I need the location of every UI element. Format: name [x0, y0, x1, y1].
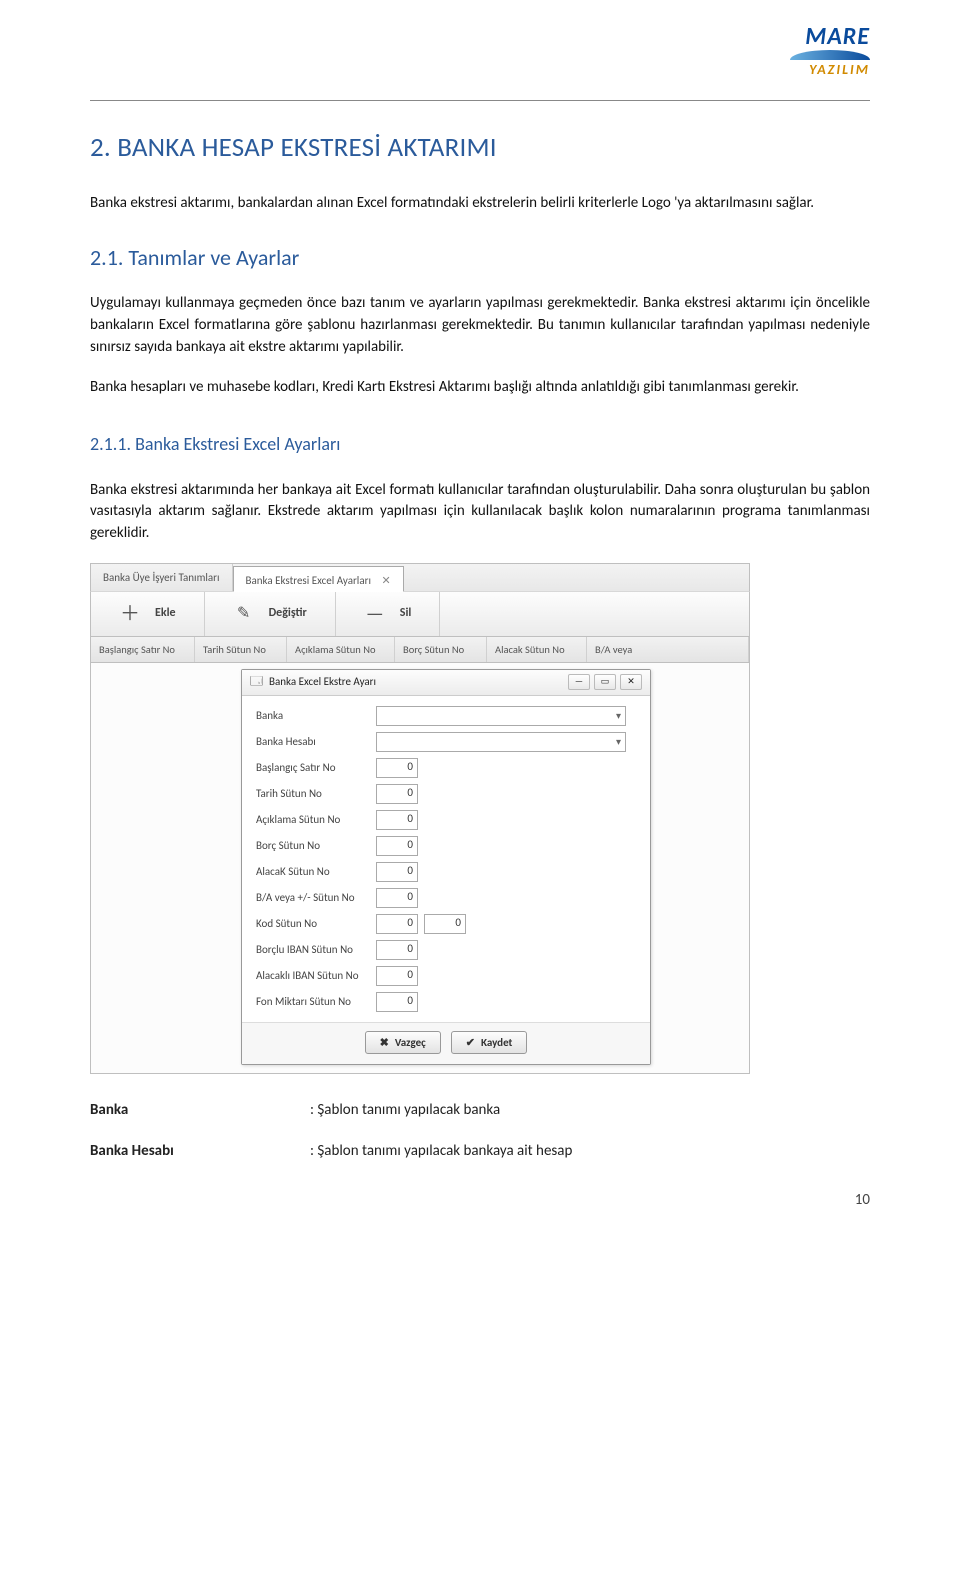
grid-header: Başlangıç Satır No Tarih Sütun No Açıkla…	[90, 637, 750, 663]
button-label: Sil	[400, 605, 412, 622]
definition-term: Banka Hesabı	[90, 1141, 310, 1162]
close-icon[interactable]: ✕	[381, 574, 390, 587]
settings-dialog: 🗔 Banka Excel Ekstre Ayarı — ▭ ✕ Banka	[241, 669, 651, 1065]
maximize-button[interactable]: ▭	[594, 674, 616, 690]
page-number: 10	[90, 1190, 870, 1211]
cancel-button[interactable]: ✖ Vazgeç	[365, 1031, 441, 1054]
cancel-icon: ✖	[380, 1035, 389, 1050]
definition-row: Banka : Şablon tanımı yapılacak banka	[90, 1100, 870, 1121]
save-button[interactable]: ✔ Kaydet	[451, 1031, 528, 1054]
dialog-body: Banka Banka Hesabı Başlangıç Satır No 0 …	[242, 696, 650, 1022]
column-header[interactable]: Alacak Sütun No	[487, 637, 587, 662]
add-button[interactable]: ＋ Ekle	[91, 592, 205, 636]
baslangic-input[interactable]: 0	[376, 758, 418, 778]
definitions: Banka : Şablon tanımı yapılacak banka Ba…	[90, 1100, 870, 1162]
button-label: Değiştir	[269, 605, 307, 622]
tab-label: Banka Ekstresi Excel Ayarları	[246, 574, 371, 587]
brand-logo: MARE YAZILIM	[790, 20, 870, 79]
button-label: Kaydet	[481, 1035, 512, 1050]
field-label: Açıklama Sütun No	[256, 812, 376, 827]
edit-button[interactable]: ✎ Değiştir	[205, 592, 336, 636]
field-label: AlacaK Sütun No	[256, 864, 376, 879]
grid-body: 🗔 Banka Excel Ekstre Ayarı — ▭ ✕ Banka	[90, 663, 750, 1074]
tarih-input[interactable]: 0	[376, 784, 418, 804]
tab-ekstresi-ayarlari[interactable]: Banka Ekstresi Excel Ayarları ✕	[233, 566, 404, 592]
minus-icon: —	[364, 600, 386, 628]
definition-value: : Şablon tanımı yapılacak bankaya ait he…	[310, 1141, 572, 1162]
banka-select[interactable]	[376, 706, 626, 726]
subsection-heading: 2.1. Tanımlar ve Ayarlar	[90, 243, 870, 274]
field-label: Başlangıç Satır No	[256, 760, 376, 775]
kod-input-2[interactable]: 0	[424, 914, 466, 934]
body-paragraph-3: Banka ekstresi aktarımında her bankaya a…	[90, 480, 870, 545]
field-label: Borçlu IBAN Sütun No	[256, 942, 376, 957]
toolbar: ＋ Ekle ✎ Değiştir — Sil	[90, 591, 750, 637]
definition-term: Banka	[90, 1100, 310, 1121]
delete-button[interactable]: — Sil	[336, 592, 441, 636]
banka-hesabi-select[interactable]	[376, 732, 626, 752]
body-paragraph-2: Banka hesapları ve muhasebe kodları, Kre…	[90, 377, 870, 399]
field-label: Fon Miktarı Sütun No	[256, 994, 376, 1009]
app-screenshot: Banka Üye İşyeri Tanımları Banka Ekstres…	[90, 563, 750, 1074]
field-label: Banka Hesabı	[256, 734, 376, 749]
alacakli-iban-input[interactable]: 0	[376, 966, 418, 986]
button-label: Vazgeç	[395, 1035, 426, 1050]
window-icon: 🗔	[250, 674, 263, 691]
ba-input[interactable]: 0	[376, 888, 418, 908]
field-label: B/A veya +/- Sütun No	[256, 890, 376, 905]
definition-row: Banka Hesabı : Şablon tanımı yapılacak b…	[90, 1141, 870, 1162]
check-icon: ✔	[466, 1035, 475, 1050]
kod-input-1[interactable]: 0	[376, 914, 418, 934]
field-label: Kod Sütun No	[256, 916, 376, 931]
minimize-button[interactable]: —	[568, 674, 590, 690]
definition-value: : Şablon tanımı yapılacak banka	[310, 1100, 500, 1121]
field-label: Banka	[256, 708, 376, 723]
body-paragraph-1: Uygulamayı kullanmaya geçmeden önce bazı…	[90, 293, 870, 358]
borc-input[interactable]: 0	[376, 836, 418, 856]
button-label: Ekle	[155, 605, 176, 622]
column-header[interactable]: Tarih Sütun No	[195, 637, 287, 662]
brand-name: MARE	[790, 20, 870, 54]
subsubsection-heading: 2.1.1. Banka Ekstresi Excel Ayarları	[90, 432, 870, 457]
header-divider	[90, 100, 870, 101]
dialog-title-text: Banka Excel Ekstre Ayarı	[269, 674, 376, 689]
field-label: Alacaklı IBAN Sütun No	[256, 968, 376, 983]
intro-paragraph: Banka ekstresi aktarımı, bankalardan alı…	[90, 193, 870, 215]
tab-bar: Banka Üye İşyeri Tanımları Banka Ekstres…	[90, 563, 750, 591]
alacak-input[interactable]: 0	[376, 862, 418, 882]
aciklama-input[interactable]: 0	[376, 810, 418, 830]
dialog-footer: ✖ Vazgeç ✔ Kaydet	[242, 1022, 650, 1064]
fon-input[interactable]: 0	[376, 992, 418, 1012]
tab-label: Banka Üye İşyeri Tanımları	[103, 571, 220, 584]
close-button[interactable]: ✕	[620, 674, 642, 690]
column-header[interactable]: Başlangıç Satır No	[91, 637, 195, 662]
field-label: Tarih Sütun No	[256, 786, 376, 801]
column-header[interactable]: Borç Sütun No	[395, 637, 487, 662]
tab-uye-isyeri[interactable]: Banka Üye İşyeri Tanımları	[91, 564, 233, 591]
field-label: Borç Sütun No	[256, 838, 376, 853]
column-header[interactable]: Açıklama Sütun No	[287, 637, 395, 662]
borclu-iban-input[interactable]: 0	[376, 940, 418, 960]
brand-subtitle: YAZILIM	[790, 60, 870, 80]
column-header[interactable]: B/A veya	[587, 637, 749, 662]
plus-icon: ＋	[119, 600, 141, 628]
pencil-icon: ✎	[233, 603, 255, 625]
dialog-titlebar: 🗔 Banka Excel Ekstre Ayarı — ▭ ✕	[242, 670, 650, 696]
section-heading: 2. BANKA HESAP EKSTRESİ AKTARIMI	[90, 129, 870, 167]
